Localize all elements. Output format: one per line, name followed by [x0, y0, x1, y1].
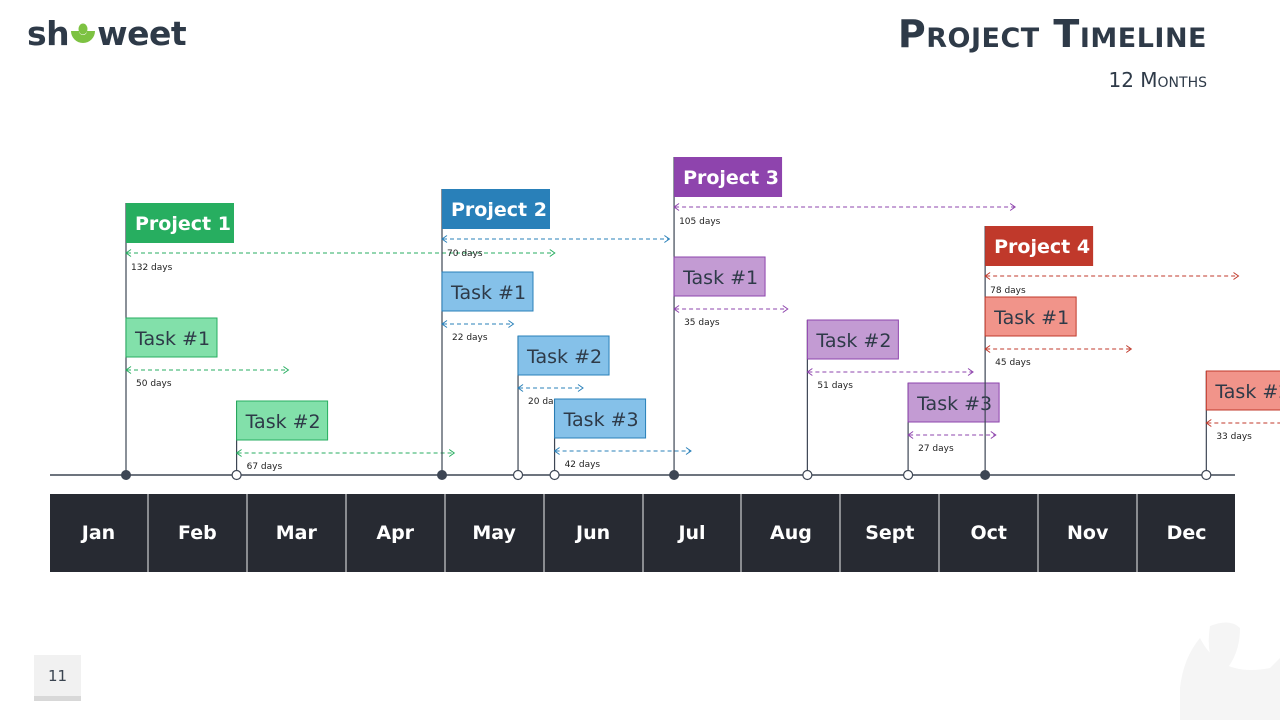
- task-duration-label: 45 days: [995, 358, 1031, 368]
- project-milestone-dot: [437, 470, 447, 480]
- task-duration-arrow: [1205, 419, 1280, 427]
- month-label: Aug: [740, 494, 839, 572]
- task-label: Task #2: [1214, 381, 1280, 403]
- task-duration-arrow: [806, 368, 974, 376]
- task-milestone-dot: [802, 469, 813, 481]
- month-label: Dec: [1136, 494, 1235, 572]
- task-label: Task #2: [526, 346, 602, 368]
- task-duration-label: 35 days: [684, 318, 720, 328]
- project-duration-label: 105 days: [679, 217, 721, 227]
- task-duration-arrow: [125, 366, 290, 374]
- month-label: Apr: [344, 494, 444, 572]
- task-duration-label: 50 days: [136, 379, 172, 389]
- task-duration-label: 67 days: [247, 462, 283, 472]
- task-duration-arrow: [673, 305, 789, 313]
- project-duration-label: 132 days: [131, 263, 173, 273]
- task-duration-arrow: [984, 345, 1133, 353]
- task-milestone-dot: [549, 469, 560, 481]
- task-label: Task #2: [245, 411, 321, 433]
- task-duration-arrow: [517, 384, 584, 392]
- task-milestone-dot: [1201, 469, 1212, 481]
- project-duration-arrow: [125, 249, 556, 257]
- month-label: Nov: [1037, 494, 1136, 572]
- month-label: Sept: [839, 494, 938, 572]
- month-label: Mar: [245, 494, 345, 572]
- project-label: Project 3: [683, 167, 779, 189]
- task-label: Task #2: [815, 330, 891, 352]
- project-label: Project 4: [994, 236, 1090, 258]
- task-duration-arrow: [441, 320, 515, 328]
- project-milestone-dot: [121, 470, 131, 480]
- month-label: Feb: [146, 494, 246, 572]
- task-milestone-dot: [231, 469, 242, 481]
- task-label: Task #1: [450, 282, 526, 304]
- project-milestone-dot: [669, 470, 680, 480]
- project-label: Project 2: [451, 199, 547, 221]
- month-label: Jun: [542, 494, 642, 572]
- project-label: Project 1: [135, 213, 231, 235]
- task-duration-label: 51 days: [817, 381, 853, 391]
- month-label: Jul: [641, 494, 741, 572]
- project-duration-label: 70 days: [447, 249, 483, 259]
- task-duration-arrow: [235, 449, 456, 457]
- project-milestone-dot: [980, 470, 991, 480]
- timeline-chart: Project 1 132 days Task #1 50 days Task #2 67…: [50, 157, 1280, 481]
- project-duration-arrow: [673, 203, 1017, 211]
- task-milestone-dot: [902, 469, 914, 481]
- project-duration-arrow: [984, 272, 1240, 280]
- task-label: Task #1: [682, 267, 758, 289]
- month-label: Jan: [81, 522, 116, 544]
- project-duration-arrow: [441, 235, 671, 243]
- watermark-logo-icon: [1180, 622, 1280, 720]
- task-duration-arrow: [907, 431, 997, 439]
- task-label: Task #3: [563, 409, 639, 431]
- month-label: Oct: [938, 494, 1037, 572]
- month-bar: Jan Feb Mar Apr May Jun Jul Aug Sept Oct Nov Dec: [50, 494, 1235, 572]
- task-duration-label: 33 days: [1216, 432, 1252, 442]
- page-number: 11: [34, 655, 81, 701]
- task-label: Task #1: [134, 328, 210, 350]
- project-duration-label: 78 days: [990, 286, 1026, 296]
- task-duration-arrow: [553, 447, 692, 455]
- task-label: Task #3: [916, 393, 992, 415]
- month-label: May: [443, 494, 543, 572]
- task-label: Task #1: [993, 307, 1069, 329]
- task-duration-label: 22 days: [452, 333, 488, 343]
- task-milestone-dot: [512, 469, 524, 481]
- task-duration-label: 27 days: [918, 444, 954, 454]
- task-duration-label: 42 days: [565, 460, 601, 470]
